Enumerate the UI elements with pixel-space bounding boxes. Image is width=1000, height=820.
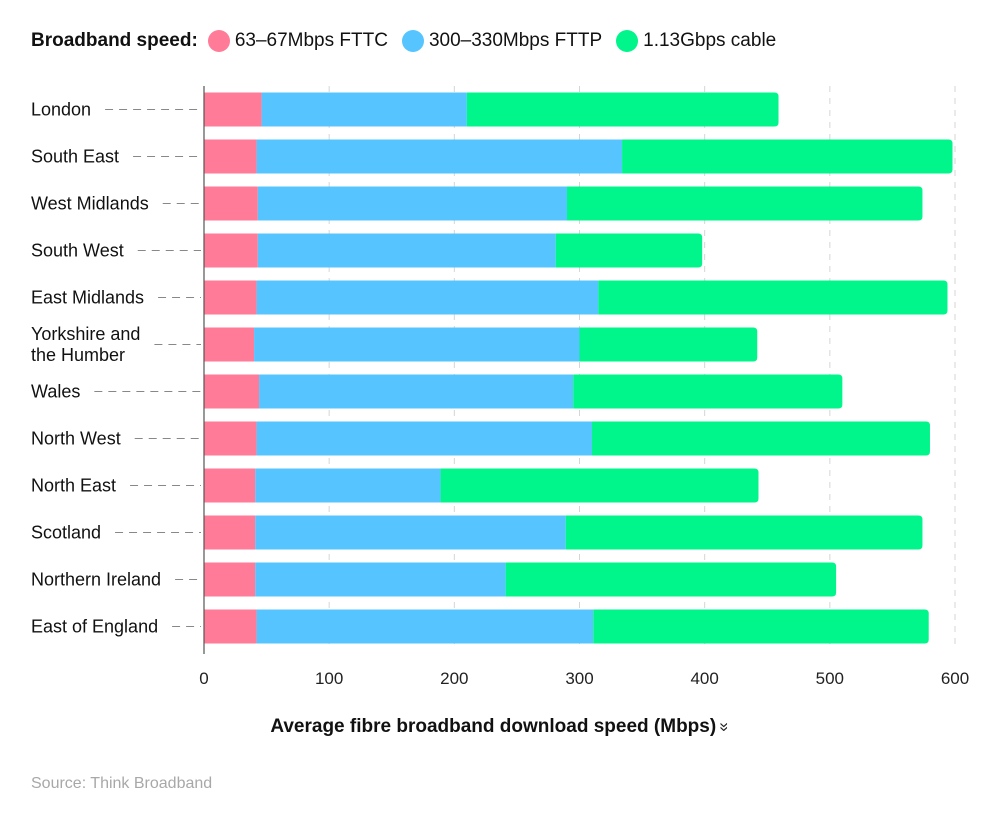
bar-segment	[204, 562, 256, 597]
bar-segment	[256, 421, 593, 456]
bar-segment	[555, 233, 703, 268]
x-tick-label: 200	[440, 669, 468, 688]
bar-segment	[204, 609, 257, 644]
x-tick-label: 100	[315, 669, 343, 688]
double-chevron-down-icon[interactable]: »	[715, 722, 735, 731]
category-label: Scotland	[31, 523, 101, 543]
bar-segment	[204, 139, 257, 174]
x-tick-label: 500	[816, 669, 844, 688]
bar-segment	[598, 280, 948, 315]
category-label: East Midlands	[31, 288, 144, 308]
x-tick-label: 400	[690, 669, 718, 688]
bar-segment	[204, 374, 260, 409]
source-note: Source: Think Broadband	[31, 775, 213, 792]
bar-segment	[204, 327, 255, 362]
x-axis-title[interactable]: Average fibre broadband download speed (…	[0, 716, 1000, 738]
bar-segment	[565, 515, 923, 550]
stacked-bar-chart: London South East West Midlands South West E…	[31, 86, 969, 688]
category-label: the Humber	[31, 345, 125, 365]
x-tick-label: 300	[565, 669, 593, 688]
bar-segment	[255, 468, 441, 503]
bar-segment	[593, 609, 929, 644]
bar-segment	[622, 139, 953, 174]
bar-segment	[204, 186, 258, 221]
bar-segment	[466, 92, 779, 127]
bar-segment	[255, 562, 506, 597]
bar-segment	[204, 92, 262, 127]
x-tick-label: 600	[941, 669, 969, 688]
x-axis-title-text: Average fibre broadband download speed (…	[270, 716, 717, 737]
bar-segment	[204, 421, 257, 456]
category-label: Northern Ireland	[31, 570, 161, 590]
bar-segment	[257, 186, 567, 221]
x-tick-label: 0	[199, 669, 208, 688]
category-label: West Midlands	[31, 194, 149, 214]
category-label: London	[31, 100, 91, 120]
category-label: North East	[31, 476, 116, 496]
bar-segment	[204, 515, 256, 550]
bar-segment	[259, 374, 574, 409]
category-label: East of England	[31, 617, 158, 637]
bar-segment	[505, 562, 837, 597]
category-label: Yorkshire and	[31, 324, 140, 344]
bar-segment	[256, 139, 623, 174]
bar-segment	[204, 280, 257, 315]
bar-segment	[255, 515, 566, 550]
bar-segment	[573, 374, 843, 409]
bar-segment	[204, 468, 256, 503]
category-label: North West	[31, 429, 121, 449]
bar-segment	[254, 327, 580, 362]
bar-segment	[204, 233, 258, 268]
category-label: South East	[31, 147, 119, 167]
bar-segment	[256, 609, 594, 644]
bar-segment	[592, 421, 930, 456]
bar-segment	[256, 280, 599, 315]
bar-segment	[261, 92, 467, 127]
bar-segment	[440, 468, 759, 503]
category-label: South West	[31, 241, 124, 261]
category-label: Wales	[31, 382, 80, 402]
bar-segment	[257, 233, 556, 268]
bar-segment	[579, 327, 758, 362]
bar-segment	[566, 186, 923, 221]
